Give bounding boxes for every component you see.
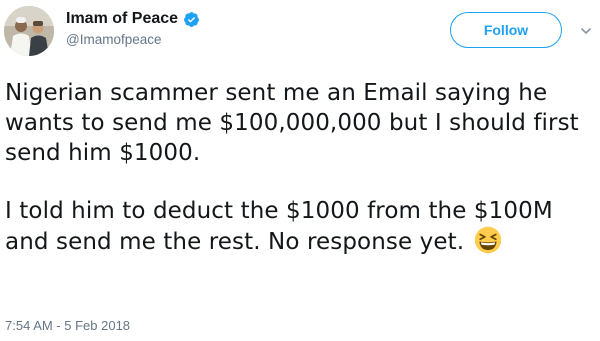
tweet-text: Nigerian scammer sent me an Email saying… [5, 78, 590, 257]
tweet-timestamp[interactable]: 7:54 AM - 5 Feb 2018 [5, 318, 130, 333]
user-handle[interactable]: @Imamofpeace [66, 32, 200, 47]
tweet-paragraph-1: Nigerian scammer sent me an Email saying… [5, 80, 579, 166]
author-info: Imam of Peace @Imamofpeace [66, 8, 200, 47]
tweet-paragraph-2-text: I told him to deduct the $1000 from the … [5, 198, 553, 255]
follow-button[interactable]: Follow [450, 12, 562, 48]
display-name[interactable]: Imam of Peace [66, 10, 178, 28]
avatar[interactable] [4, 6, 54, 56]
verified-badge-icon [183, 11, 200, 28]
chevron-down-icon[interactable] [580, 24, 592, 36]
display-name-row: Imam of Peace [66, 8, 200, 30]
tweet-paragraph-2: I told him to deduct the $1000 from the … [5, 196, 590, 257]
grinning-squinting-face-emoji-icon [474, 226, 502, 254]
tweet-card: Imam of Peace @Imamofpeace Follow Nigeri… [0, 0, 600, 341]
